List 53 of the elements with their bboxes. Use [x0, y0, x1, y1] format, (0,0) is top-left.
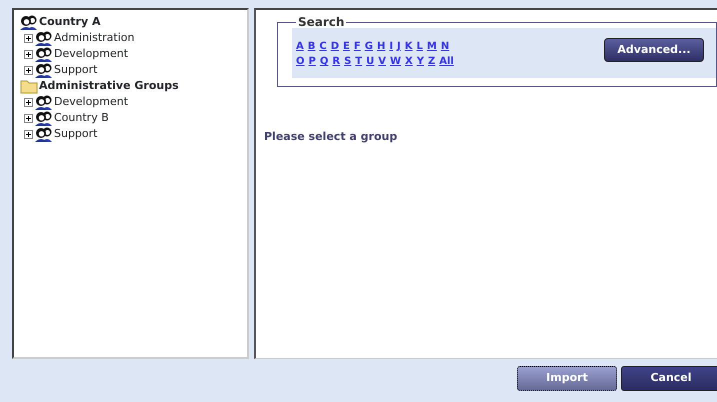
- tree-item[interactable]: Development: [54, 94, 128, 110]
- advanced-button[interactable]: Advanced...: [604, 38, 704, 62]
- status-message: Please select a group: [264, 129, 398, 145]
- letter-link[interactable]: O: [296, 56, 305, 67]
- letter-link[interactable]: Q: [320, 56, 328, 67]
- tree-item[interactable]: Country B: [54, 110, 109, 126]
- users-icon: [35, 62, 53, 78]
- tree-item[interactable]: Administration: [54, 30, 134, 46]
- expand-toggle[interactable]: [24, 50, 33, 58]
- letter-link[interactable]: K: [404, 41, 413, 52]
- letter-link[interactable]: A: [296, 41, 304, 52]
- letter-link[interactable]: V: [378, 56, 386, 67]
- letter-link[interactable]: H: [376, 41, 386, 52]
- expand-toggle[interactable]: [24, 130, 33, 138]
- tree-item[interactable]: Support: [54, 62, 98, 78]
- letter-link[interactable]: C: [319, 41, 327, 52]
- letter-link[interactable]: E: [343, 41, 350, 52]
- tree-item[interactable]: Country A: [39, 14, 100, 30]
- letter-link[interactable]: G: [364, 41, 373, 52]
- letter-link[interactable]: X: [405, 56, 413, 67]
- users-icon: [35, 94, 53, 110]
- letter-link[interactable]: W: [390, 56, 402, 67]
- dialog-button[interactable]: Cancel: [621, 366, 717, 391]
- expand-toggle[interactable]: [24, 34, 33, 42]
- search-legend: Search: [296, 16, 346, 28]
- letter-link[interactable]: Z: [428, 56, 436, 67]
- expand-toggle[interactable]: [24, 66, 33, 74]
- letter-link[interactable]: M: [426, 41, 437, 52]
- letter-link[interactable]: S: [344, 56, 352, 67]
- letter-link[interactable]: D: [330, 41, 340, 52]
- users-icon: [20, 14, 38, 30]
- letter-link[interactable]: R: [332, 56, 340, 67]
- letter-link[interactable]: All: [439, 56, 454, 67]
- users-icon: [35, 110, 53, 126]
- letter-link[interactable]: L: [416, 41, 423, 52]
- letter-link[interactable]: N: [440, 41, 450, 52]
- users-icon: [35, 126, 53, 142]
- expand-toggle[interactable]: [24, 98, 33, 106]
- letter-link[interactable]: P: [308, 56, 316, 67]
- letter-link[interactable]: T: [355, 56, 362, 67]
- letter-link[interactable]: U: [366, 56, 374, 67]
- letter-link[interactable]: B: [308, 41, 316, 52]
- tree-item[interactable]: Administrative Groups: [39, 78, 179, 94]
- users-icon: [35, 30, 53, 46]
- users-icon: [35, 46, 53, 62]
- letter-link[interactable]: F: [354, 41, 361, 52]
- folder-icon: [20, 78, 38, 94]
- expand-toggle[interactable]: [24, 114, 33, 122]
- tree-item[interactable]: Development: [54, 46, 128, 62]
- tree-item[interactable]: Support: [54, 126, 98, 142]
- letter-link[interactable]: J: [397, 41, 401, 52]
- letter-link[interactable]: Y: [416, 56, 424, 67]
- letter-link[interactable]: I: [389, 41, 394, 52]
